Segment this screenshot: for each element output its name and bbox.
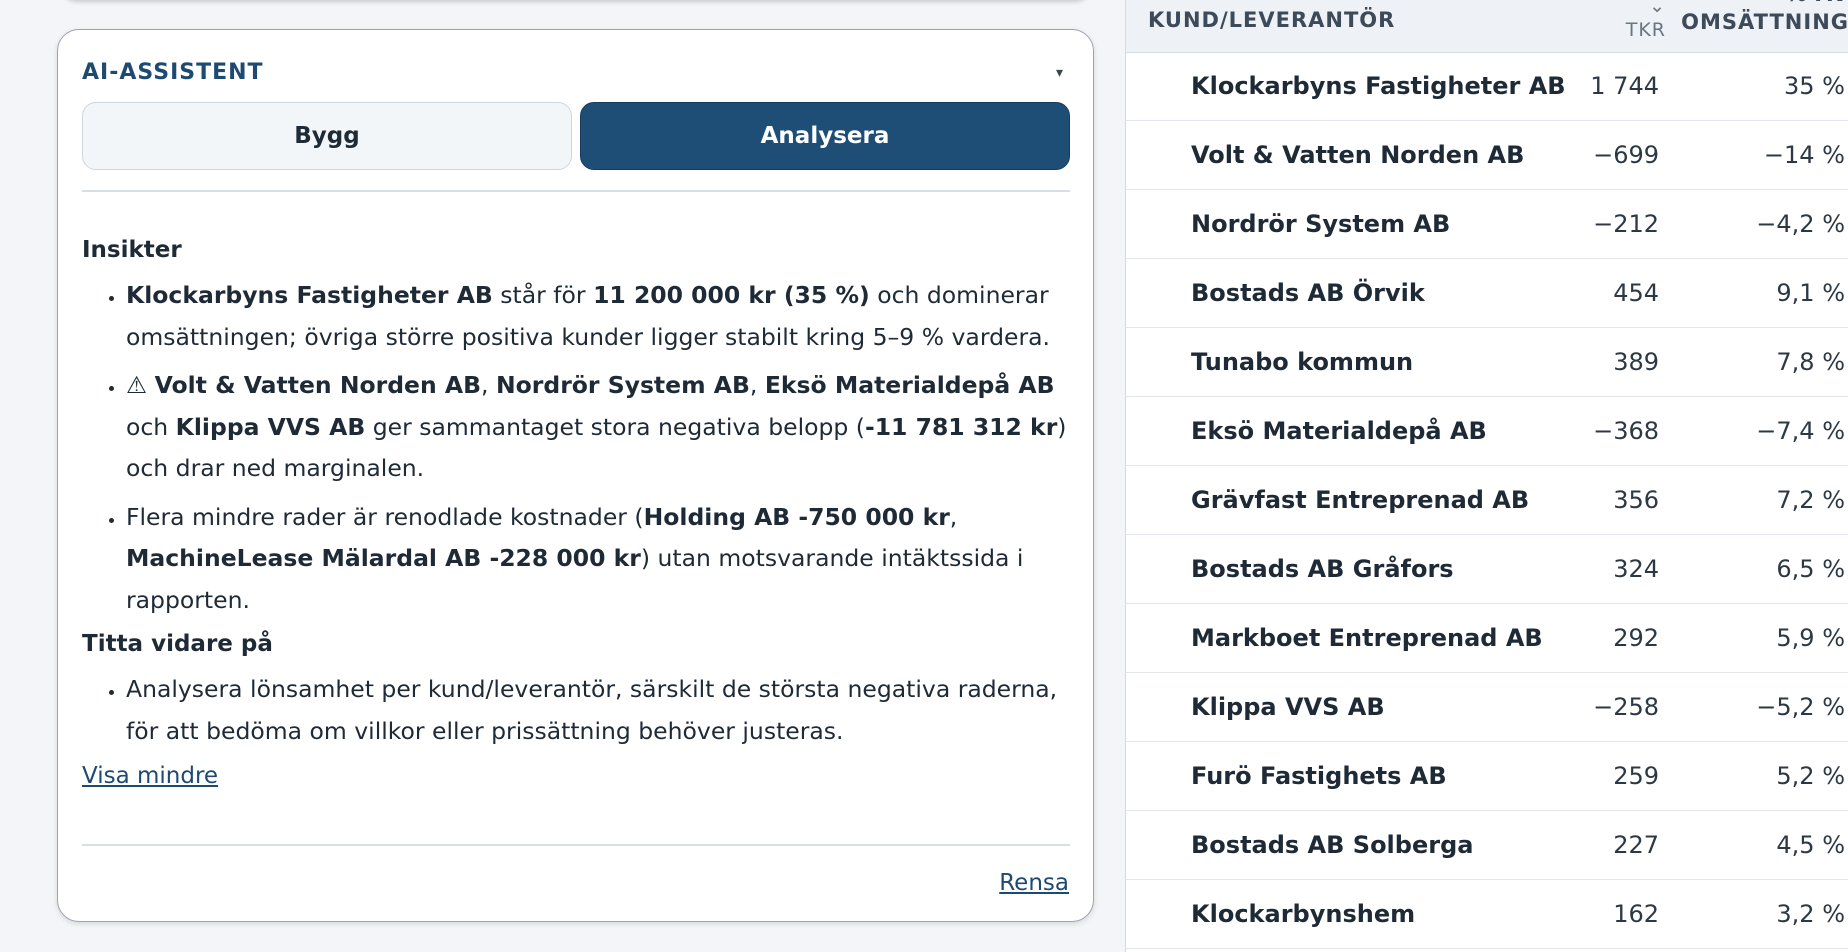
table-row[interactable]: Klippa VVS AB −258 −5,2 % [1126,673,1848,742]
cell-tkr: −212 [1593,210,1659,238]
bold-text: -11 781 312 kr [864,412,1058,441]
cell-pct: 5,2 % [1776,762,1845,790]
table-row[interactable]: Bostads AB Gråfors 324 6,5 % [1126,535,1848,604]
table-row[interactable]: Grävfast Entreprenad AB 356 7,2 % [1126,466,1848,535]
column-header-pct[interactable]: % AV OMSÄTTNING [1681,0,1848,36]
analysis-content: Insikter Klockarbyns Fastigheter AB står… [82,235,1072,789]
cell-tkr: 389 [1613,348,1659,376]
divider [82,844,1070,846]
text: ger sammantaget stora negativa belopp ( [365,412,865,441]
cell-name: Grävfast Entreprenad AB [1191,486,1530,514]
cell-name: Nordrör System AB [1191,210,1451,238]
cell-name: Eksö Materialdepå AB [1191,417,1487,445]
cell-tkr: 324 [1613,555,1659,583]
cell-pct: 9,1 % [1776,279,1845,307]
cell-pct: 35 % [1784,72,1845,100]
cell-tkr: 454 [1613,279,1659,307]
list-item: ⚠ Volt & Vatten Norden AB, Nordrör Syste… [126,365,1072,490]
text: , [749,371,765,399]
cell-name: Bostads AB Solberga [1191,831,1474,859]
ai-assistant-title: AI-ASSISTENT [82,60,264,85]
list-item: Analysera lönsamhet per kund/leverantör,… [126,669,1072,752]
cell-name: Markboet Entreprenad AB [1191,624,1543,652]
table-row[interactable]: Volt & Vatten Norden AB −699 −14 % [1126,121,1848,190]
tab-analysera[interactable]: Analysera [580,102,1070,170]
mode-tabs: Bygg Analysera [82,102,1070,171]
bold-text: Volt & Vatten Norden AB [154,371,482,399]
clear-link[interactable]: Rensa [999,870,1069,896]
table-header: KUND/LEVERANTÖR ⌄ TKR % AV OMSÄTTNING [1126,0,1848,53]
cell-pct: 4,5 % [1776,831,1845,859]
table-row[interactable]: Nordrör System AB −212 −4,2 % [1126,190,1848,259]
cell-name: Klockarbyns Fastigheter AB [1191,72,1566,100]
cell-tkr: −368 [1593,417,1659,445]
divider [82,190,1070,192]
cell-name: Bostads AB Örvik [1191,279,1425,307]
cell-pct: 7,2 % [1776,486,1845,514]
text: Flera mindre rader är renodlade kostnade… [126,502,644,531]
table-body: Klockarbyns Fastigheter AB 1 744 35 % Volt … [1126,52,1848,949]
cell-tkr: 227 [1613,831,1659,859]
cell-pct: 6,5 % [1776,555,1845,583]
bold-text: MachineLease Mälardal AB -228 000 kr [126,544,641,572]
bold-text: Holding AB -750 000 kr [643,502,950,531]
tab-bygg[interactable]: Bygg [82,102,572,170]
warning-icon: ⚠ [126,371,148,399]
ai-assistant-card: AI-ASSISTENT ▾ Bygg Analysera Insikter K… [57,29,1094,922]
cell-pct: 5,9 % [1776,624,1845,652]
cell-tkr: 162 [1613,900,1659,928]
cell-name: Tunabo kommun [1191,348,1414,376]
table-row[interactable]: Furö Fastighets AB 259 5,2 % [1126,742,1848,811]
column-header-tkr[interactable]: ⌄ TKR [1626,0,1666,42]
tkr-header-label: TKR [1625,19,1666,41]
list-item: Flera mindre rader är renodlade kostnade… [126,497,1072,622]
cell-pct: 3,2 % [1776,900,1845,928]
table-row[interactable]: Klockarbyns Fastigheter AB 1 744 35 % [1126,52,1848,121]
cell-pct: −7,4 % [1756,417,1845,445]
show-less-link[interactable]: Visa mindre [82,763,218,789]
ai-assistant-header[interactable]: AI-ASSISTENT ▾ [82,55,1069,91]
customer-table: KUND/LEVERANTÖR ⌄ TKR % AV OMSÄTTNING Kl… [1125,0,1848,952]
bold-text: Klockarbyns Fastigheter AB [126,281,493,309]
text: och [126,412,176,441]
cell-name: Bostads AB Gråfors [1191,555,1454,583]
cell-pct: −4,2 % [1756,210,1845,238]
cell-name: Klippa VVS AB [1191,693,1385,721]
column-header-name[interactable]: KUND/LEVERANTÖR [1148,8,1395,32]
table-row[interactable]: Markboet Entreprenad AB 292 5,9 % [1126,604,1848,673]
cell-pct: −5,2 % [1756,693,1845,721]
cell-name: Furö Fastighets AB [1191,762,1447,790]
insights-heading: Insikter [82,237,182,263]
bold-text: Klippa VVS AB [175,412,366,441]
table-row[interactable]: Bostads AB Solberga 227 4,5 % [1126,811,1848,880]
tkr-header-sort-icon: ⌄ [1649,0,1666,17]
cell-tkr: 356 [1613,486,1659,514]
text: står för [492,281,594,309]
table-row[interactable]: Tunabo kommun 389 7,8 % [1126,328,1848,397]
cell-pct: 7,8 % [1776,348,1845,376]
further-heading: Titta vidare på [82,631,273,657]
bold-text: 11 200 000 kr (35 %) [593,281,870,309]
pct-header-line2: OMSÄTTNING [1681,10,1848,34]
cell-tkr: 292 [1613,624,1659,652]
text: , [949,502,958,531]
bold-text: Eksö Materialdepå AB [764,371,1055,399]
insights-list: Klockarbyns Fastigheter AB står för 11 2… [82,275,1072,621]
cell-tkr: 1 744 [1590,72,1659,100]
chevron-down-icon[interactable]: ▾ [1056,55,1063,91]
bold-text: Nordrör System AB [495,371,750,399]
further-list: Analysera lönsamhet per kund/leverantör,… [82,669,1072,752]
cell-pct: −14 % [1763,141,1845,169]
text: , [481,371,496,399]
table-row[interactable]: Klockarbynshem 162 3,2 % [1126,880,1848,949]
cell-tkr: −699 [1593,141,1659,169]
table-row[interactable]: Bostads AB Örvik 454 9,1 % [1126,259,1848,328]
cell-tkr: −258 [1593,693,1659,721]
list-item: Klockarbyns Fastigheter AB står för 11 2… [126,275,1072,358]
pct-header-line1: % AV [1681,0,1848,8]
cell-tkr: 259 [1613,762,1659,790]
table-row[interactable]: Eksö Materialdepå AB −368 −7,4 % [1126,397,1848,466]
cell-name: Klockarbynshem [1191,900,1416,928]
cell-name: Volt & Vatten Norden AB [1191,141,1525,169]
